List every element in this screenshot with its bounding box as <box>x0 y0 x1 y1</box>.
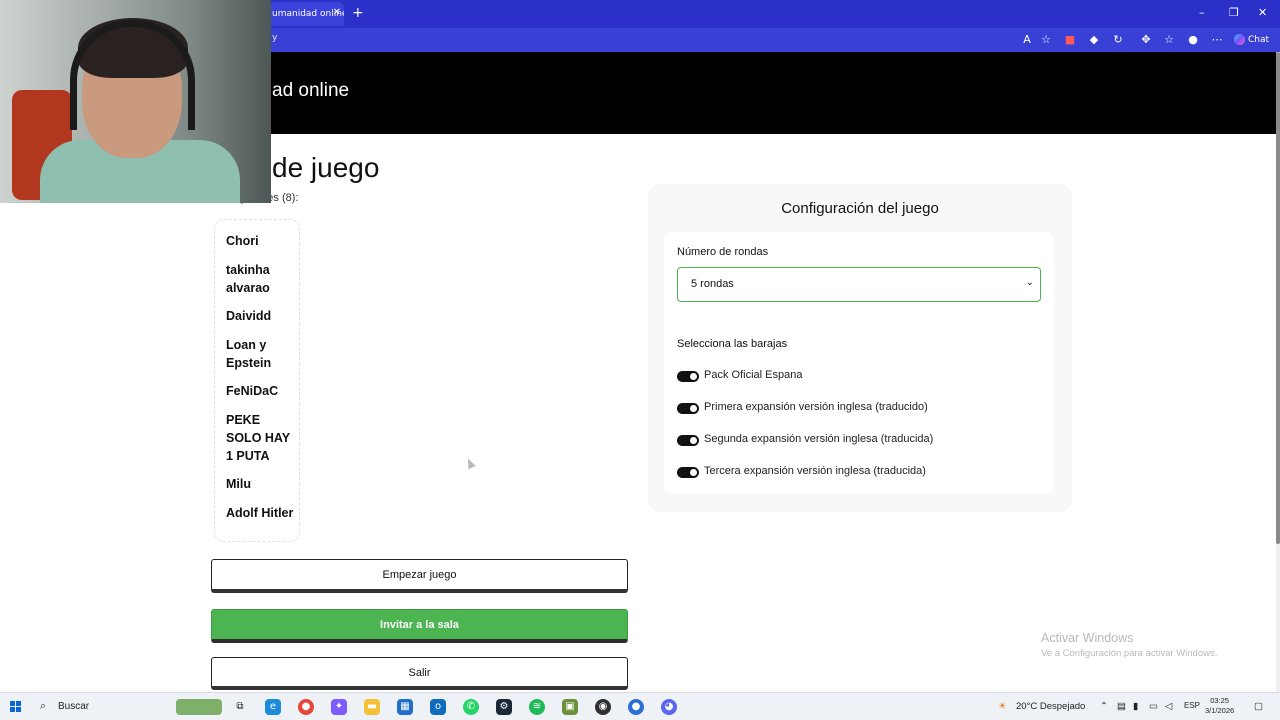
refresh-extension-icon[interactable]: ↻ <box>1111 33 1125 47</box>
copilot-chat-button[interactable]: Chat <box>1232 31 1276 49</box>
page-scrollbar[interactable] <box>1276 52 1280 692</box>
windows-taskbar: ⌕ Buscar ⧉ e ● ✦ ▬ ▦ o ✆ ⚙ ≋ ▣ ◉ ● ◕ ☀ 2… <box>0 692 1280 720</box>
new-tab-button[interactable]: + <box>352 5 364 21</box>
deck-toggle-row[interactable]: Tercera expansión versión inglesa (tradu… <box>677 464 1037 480</box>
player-item: Daividd <box>226 309 272 323</box>
deck-label: Segunda expansión versión inglesa (tradu… <box>704 433 934 445</box>
network-icon[interactable]: ▭ <box>1149 701 1158 712</box>
search-icon: ⌕ <box>40 700 47 712</box>
player-item: Loan y Epstein <box>226 337 272 370</box>
copilot-icon[interactable]: ✦ <box>331 699 347 715</box>
player-item: FeNiDaC <box>226 384 279 398</box>
clock-time: 03:25 <box>1210 696 1229 705</box>
rounds-label: Número de rondas <box>677 246 769 258</box>
search-highlight-icon[interactable] <box>176 699 222 715</box>
config-card: Número de rondas 5 rondas ⌄ Selecciona l… <box>664 232 1054 494</box>
minecraft-icon[interactable]: ▣ <box>562 699 578 715</box>
browser-tab[interactable]: umanidad online ✕ <box>268 2 344 26</box>
chrome-icon[interactable]: ● <box>298 699 314 715</box>
players-list: Chori takinha alvarao Daividd Loan y Eps… <box>214 219 300 542</box>
task-view-icon[interactable]: ⧉ <box>232 699 248 715</box>
discord-icon[interactable]: ◕ <box>661 699 677 715</box>
weather-icon[interactable]: ☀ <box>998 701 1007 712</box>
config-title: Configuración del juego <box>781 200 939 217</box>
tray-chevron-icon[interactable]: ⌃ <box>1100 701 1108 712</box>
tab-close-icon[interactable]: ✕ <box>333 7 341 18</box>
deck-toggle-row[interactable]: Primera expansión versión inglesa (tradu… <box>677 400 1037 416</box>
activate-windows-watermark: Activar Windows Ve a Configuración para … <box>1041 631 1217 659</box>
player-item: Adolf Hitler <box>226 505 294 520</box>
profile-avatar-icon[interactable]: ● <box>1186 33 1200 47</box>
webcam-overlay <box>0 0 271 203</box>
start-game-button[interactable]: Empezar juego <box>211 559 628 593</box>
whatsapp-icon[interactable]: ✆ <box>463 699 479 715</box>
more-menu-icon[interactable]: ⋯ <box>1210 33 1224 47</box>
game-config-panel: Configuración del juego Número de rondas… <box>648 184 1072 512</box>
toggle-switch[interactable] <box>677 371 699 382</box>
deck-toggle-row[interactable]: Segunda expansión versión inglesa (tradu… <box>677 432 1037 448</box>
player-item: Milu <box>226 477 251 491</box>
spotify-icon[interactable]: ≋ <box>529 699 545 715</box>
player-item: Chori <box>226 234 259 248</box>
player-item: PEKE SOLO HAY 1 PUTA <box>226 412 290 463</box>
weather-text[interactable]: 20°C Despejado <box>1016 701 1085 712</box>
favorites-icon[interactable]: ☆ <box>1162 33 1176 47</box>
exit-button[interactable]: Salir <box>211 657 628 690</box>
notifications-icon[interactable]: ▢ <box>1254 701 1263 712</box>
scroll-thumb[interactable] <box>1276 52 1280 544</box>
invite-button[interactable]: Invitar a la sala <box>211 609 628 643</box>
clock-date: 3/1/2026 <box>1205 706 1235 715</box>
outlook-icon[interactable]: o <box>430 699 446 715</box>
decks-label: Selecciona las barajas <box>677 338 788 350</box>
volume-icon[interactable]: ◁ <box>1165 701 1172 712</box>
toggle-switch[interactable] <box>677 467 699 478</box>
tray-app-icon[interactable]: ▤ <box>1117 701 1126 712</box>
steam-icon[interactable]: ⚙ <box>496 699 512 715</box>
toggle-switch[interactable] <box>677 403 699 414</box>
close-window-button[interactable]: ✕ <box>1258 6 1267 19</box>
edge-icon[interactable]: e <box>265 699 281 715</box>
toggle-switch[interactable] <box>677 435 699 446</box>
extension-red-icon[interactable]: ■ <box>1063 33 1077 47</box>
taskbar-clock[interactable]: 03:25 3/1/2026 <box>1205 696 1234 716</box>
page-title: de juego <box>272 152 380 183</box>
extension-diamond-icon[interactable]: ◆ <box>1087 33 1101 47</box>
windows-start-icon[interactable] <box>10 701 22 713</box>
rounds-value: 5 rondas <box>691 278 734 290</box>
activate-subtitle: Ve a Configuración para activar Windows. <box>1041 648 1218 659</box>
favorite-star-icon[interactable]: ☆ <box>1039 33 1053 47</box>
deck-label: Pack Oficial Espana <box>704 369 803 381</box>
headset-icon <box>70 20 195 130</box>
deck-label: Primera expansión versión inglesa (tradu… <box>704 401 928 413</box>
read-aloud-icon[interactable]: A <box>1020 33 1034 47</box>
deck-label: Tercera expansión versión inglesa (tradu… <box>704 465 926 477</box>
rounds-select[interactable]: 5 rondas ⌄ <box>677 267 1041 302</box>
url-text[interactable]: y <box>272 33 277 43</box>
mouse-cursor-icon <box>464 456 476 470</box>
minimize-button[interactable]: – <box>1199 6 1205 19</box>
extensions-puzzle-icon[interactable]: ✥ <box>1139 33 1153 47</box>
chrome-secondary-icon[interactable]: ● <box>628 699 644 715</box>
obs-icon[interactable]: ◉ <box>595 699 611 715</box>
maximize-button[interactable]: ❐ <box>1229 6 1239 19</box>
file-explorer-icon[interactable]: ▬ <box>364 699 380 715</box>
store-icon[interactable]: ▦ <box>397 699 413 715</box>
language-indicator[interactable]: ESP <box>1184 701 1200 710</box>
activate-title: Activar Windows <box>1041 631 1134 645</box>
chevron-down-icon: ⌄ <box>1025 277 1034 288</box>
search-placeholder: Buscar <box>58 701 90 712</box>
player-item: takinha alvarao <box>226 262 270 295</box>
microphone-icon[interactable]: ▮ <box>1133 701 1138 712</box>
site-title: ad online <box>272 80 350 101</box>
deck-toggle-row[interactable]: Pack Oficial Espana <box>677 368 1037 384</box>
taskbar-search[interactable]: ⌕ Buscar <box>34 697 174 717</box>
